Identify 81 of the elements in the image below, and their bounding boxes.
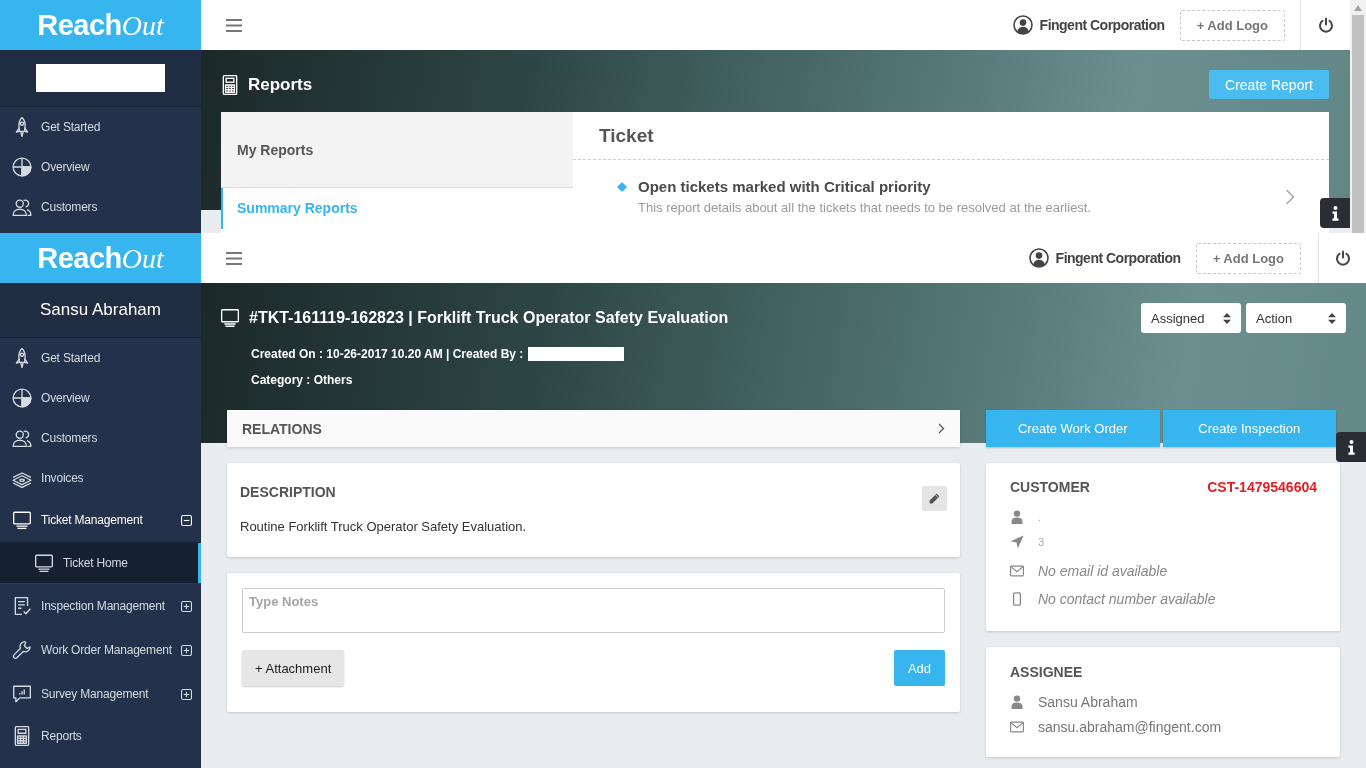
sidebar-item[interactable]: Get Started xyxy=(0,107,201,147)
calculator-icon xyxy=(12,726,32,746)
sidebar-item[interactable]: Invoices xyxy=(0,458,201,498)
add-logo-button[interactable]: + Add Logo xyxy=(1195,242,1301,274)
customer-id[interactable]: CST-1479546604 xyxy=(1207,479,1317,496)
pencil-icon xyxy=(929,493,940,504)
report-description: This report details about all the tickets that needs to be resolved at the earliest. xyxy=(638,200,1093,215)
calculator-icon xyxy=(221,74,239,95)
people-icon xyxy=(12,197,32,217)
power-icon xyxy=(1334,250,1351,266)
envelope-icon xyxy=(1010,719,1024,734)
customer-phone: No contact number available xyxy=(1038,591,1216,607)
user-circle-icon[interactable] xyxy=(1012,15,1033,35)
sidebar-group[interactable]: Survey Management xyxy=(0,672,201,716)
monitor-icon xyxy=(34,553,54,573)
plus-square-icon[interactable] xyxy=(181,688,192,700)
sidebar-item[interactable]: Customers xyxy=(0,187,201,227)
sidebar-group[interactable]: Work Order Management xyxy=(0,628,201,672)
customer-heading: CUSTOMER xyxy=(1010,479,1090,496)
sidebar-item[interactable]: Overview xyxy=(0,378,201,418)
minus-square-icon[interactable] xyxy=(181,514,192,526)
up-down-caret-icon xyxy=(1328,312,1336,324)
globe-icon xyxy=(12,157,32,177)
menu-icon[interactable] xyxy=(226,18,242,32)
person-icon xyxy=(1010,694,1024,709)
wrench-icon xyxy=(12,640,32,660)
sidebar-item[interactable]: Ticket Home xyxy=(0,543,201,583)
section-title: Ticket xyxy=(573,112,1329,160)
description-heading: DESCRIPTION xyxy=(240,484,336,501)
report-title[interactable]: Open tickets marked with Critical priority xyxy=(638,178,1285,195)
menu-icon[interactable] xyxy=(226,251,242,265)
attachment-button[interactable]: + Attachment xyxy=(242,650,345,686)
phone-icon xyxy=(1010,592,1024,606)
customer-address: 3 xyxy=(1038,535,1045,548)
assignee-email: sansu.abraham@fingent.com xyxy=(1038,718,1222,735)
page-title: Reports xyxy=(248,74,313,95)
customer-name: . xyxy=(1038,510,1042,523)
people-icon xyxy=(12,428,32,448)
plus-square-icon[interactable] xyxy=(181,600,192,612)
plus-square-icon[interactable] xyxy=(181,644,192,656)
created-info: Created On : 10-26-2017 10.20 AM | Created By : xyxy=(251,347,524,361)
sidebar-group[interactable]: Ticket Management xyxy=(0,498,201,542)
monitor-icon xyxy=(221,308,239,328)
chat-chart-icon xyxy=(12,684,32,704)
diamond-icon xyxy=(617,182,627,192)
info-button[interactable] xyxy=(1320,198,1350,228)
info-button[interactable] xyxy=(1336,432,1366,462)
up-down-caret-icon xyxy=(1223,312,1231,324)
person-icon xyxy=(1010,509,1024,524)
status-select[interactable]: Assigned xyxy=(1141,303,1241,333)
envelope-icon xyxy=(1010,564,1024,578)
customer-email: No email id available xyxy=(1038,563,1168,579)
user-name: Sansu Abraham xyxy=(40,300,161,320)
account-name[interactable]: Fingent Corporation xyxy=(1039,17,1165,33)
globe-icon xyxy=(12,388,32,408)
assignee-name: Sansu Abraham xyxy=(1038,693,1138,710)
relations-toggle[interactable]: RELATIONS xyxy=(227,410,960,447)
sidebar-item[interactable]: Reports xyxy=(0,716,201,756)
my-reports-heading: My Reports xyxy=(221,112,573,188)
notes-field[interactable]: Type Notes xyxy=(242,588,945,633)
sidebar-item[interactable]: Overview xyxy=(0,147,201,187)
monitor-icon xyxy=(12,510,32,530)
chevron-right-icon xyxy=(938,423,945,434)
info-icon xyxy=(1331,205,1339,221)
description-text: Routine Forklift Truck Operator Safety Evaluation. xyxy=(240,519,528,535)
scrollbar-thumb[interactable] xyxy=(1352,15,1364,233)
sidebar-item[interactable]: Get Started xyxy=(0,338,201,378)
ticket-title: #TKT-161119-162823 | Forklift Truck Operator Safety Evaluation xyxy=(249,309,729,327)
power-icon xyxy=(1317,17,1334,33)
location-arrow-icon xyxy=(1010,534,1024,549)
user-circle-icon[interactable] xyxy=(1028,248,1049,268)
sidebar-item[interactable]: Customers xyxy=(0,418,201,458)
category-info: Category : Others xyxy=(251,373,353,387)
action-select[interactable]: Action xyxy=(1246,303,1346,333)
assignee-heading: ASSIGNEE xyxy=(1010,664,1083,680)
checklist-icon xyxy=(12,596,32,616)
account-name[interactable]: Fingent Corporation xyxy=(1055,250,1181,266)
add-logo-button[interactable]: + Add Logo xyxy=(1179,9,1285,41)
sidebar-group[interactable]: Inspection Management xyxy=(0,584,201,628)
info-icon xyxy=(1347,439,1355,455)
edit-button[interactable] xyxy=(922,486,947,511)
